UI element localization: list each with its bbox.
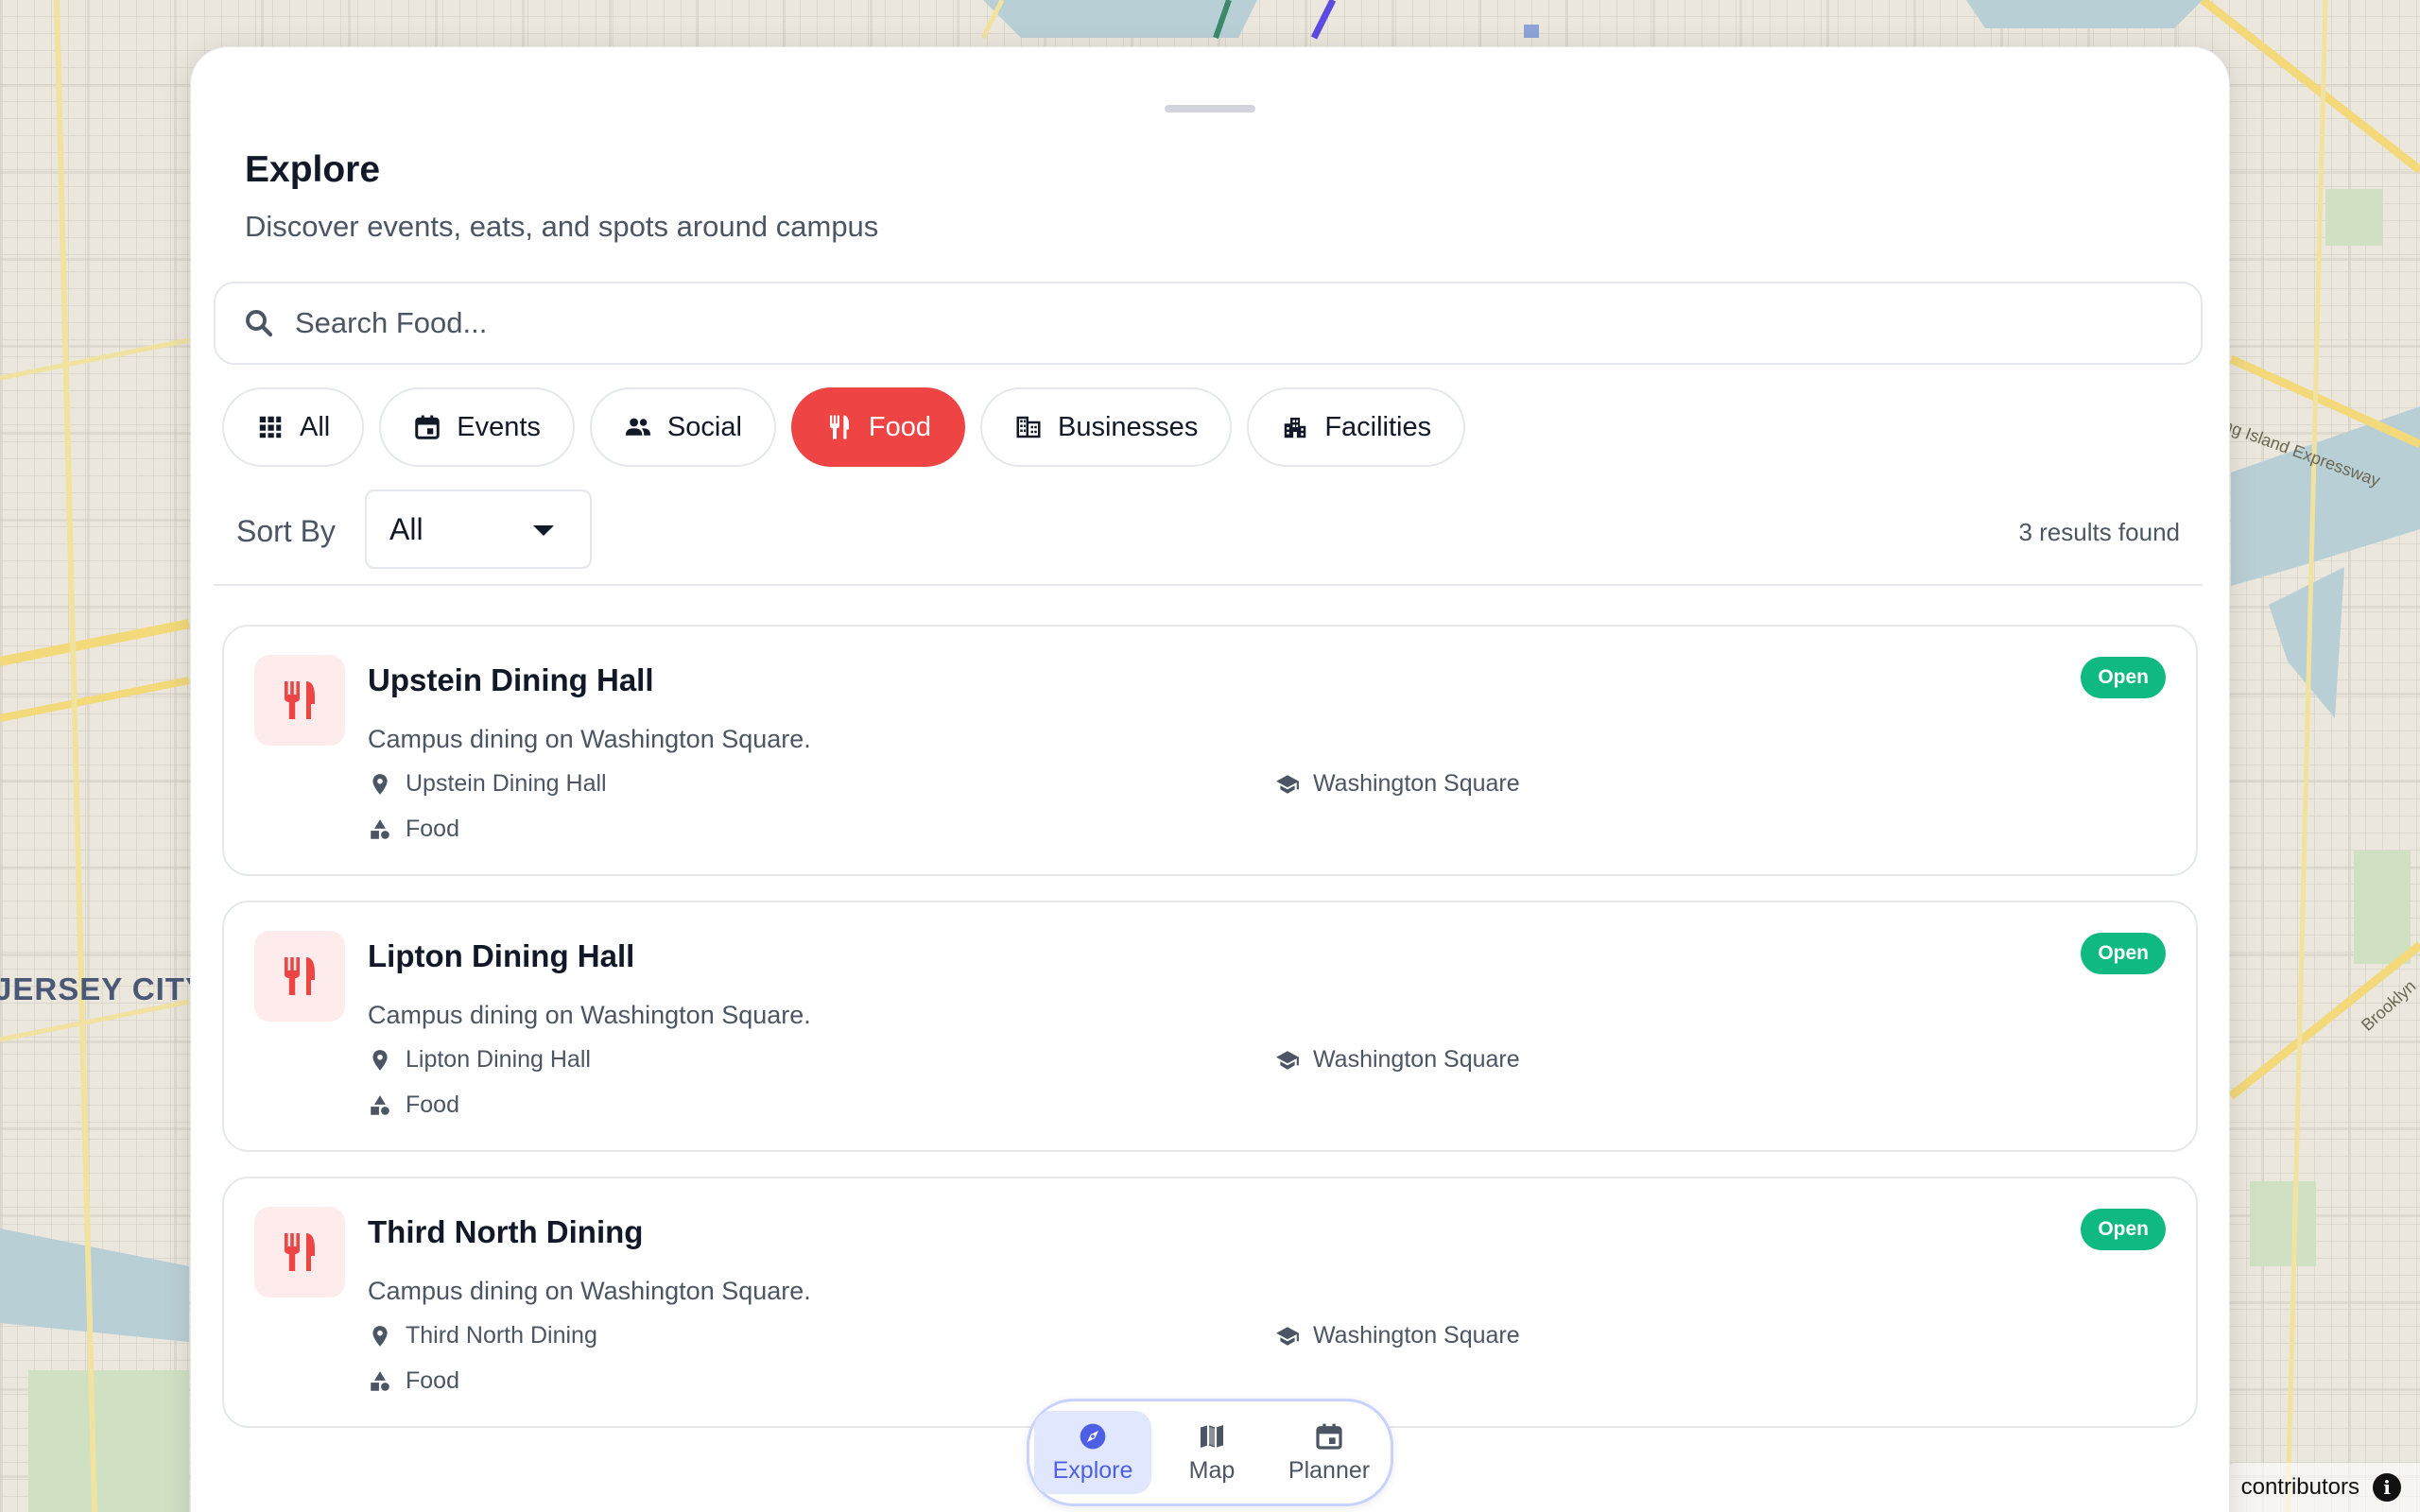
filter-chip-label: Facilities: [1324, 411, 1432, 442]
filter-chip-label: Food: [868, 411, 932, 442]
graduation-cap-icon: [1276, 774, 1299, 794]
card-location-text: Lipton Dining Hall: [406, 1046, 591, 1073]
card-description: Campus dining on Washington Square.: [368, 1001, 811, 1029]
location-pin-icon: [372, 1049, 388, 1071]
utensils-icon: [285, 957, 315, 995]
explore-panel: Explore Discover events, eats, and spots…: [190, 46, 2230, 1512]
map-city-label: JERSEY CITY: [0, 971, 207, 1006]
location-pin-icon: [372, 1325, 388, 1347]
category-icon: [371, 1370, 389, 1391]
card-category: Food: [368, 1367, 459, 1395]
filter-chip-all[interactable]: All: [222, 387, 365, 467]
bottom-navigation: Explore Map Planner: [1027, 1399, 1393, 1506]
nav-label: Map: [1188, 1456, 1236, 1484]
page-title: Explore: [245, 149, 381, 190]
search-input[interactable]: [295, 306, 2091, 340]
utensils-icon: [285, 1233, 315, 1271]
filter-chip-label: Events: [457, 411, 541, 442]
drag-handle[interactable]: [1165, 105, 1255, 112]
card-campus: Washington Square: [1275, 770, 1520, 798]
card-campus-text: Washington Square: [1313, 1322, 1520, 1349]
map-icon: [1201, 1424, 1223, 1448]
category-icon: [371, 1094, 389, 1115]
search-bar[interactable]: [214, 282, 2203, 365]
card-location: Upstein Dining Hall: [368, 770, 607, 798]
filter-chip-businesses[interactable]: Businesses: [980, 387, 1233, 467]
status-badge: Open: [2081, 1209, 2166, 1250]
card-thumbnail: [254, 1207, 345, 1297]
card-category: Food: [368, 1091, 459, 1119]
card-title: Upstein Dining Hall: [368, 662, 654, 697]
filter-chip-label: Businesses: [1058, 411, 1199, 442]
card-category-text: Food: [406, 816, 459, 842]
nav-item-planner[interactable]: Planner: [1272, 1411, 1386, 1494]
sort-selected-value: All: [389, 511, 424, 546]
info-icon[interactable]: i: [2373, 1473, 2401, 1502]
card-description: Campus dining on Washington Square.: [368, 1277, 811, 1305]
building-icon: [1016, 416, 1041, 438]
facility-icon: [1285, 418, 1306, 438]
card-campus-text: Washington Square: [1313, 770, 1520, 797]
results-count: 3 results found: [2018, 518, 2180, 546]
graduation-cap-icon: [1276, 1326, 1299, 1346]
card-campus-text: Washington Square: [1313, 1046, 1520, 1073]
people-icon: [625, 418, 651, 436]
category-icon: [371, 818, 389, 839]
utensils-icon: [829, 415, 849, 439]
nav-label: Planner: [1288, 1456, 1371, 1484]
compass-icon: [1080, 1423, 1106, 1449]
filter-chip-label: Social: [666, 411, 742, 442]
filter-chip-social[interactable]: Social: [589, 387, 776, 467]
result-card[interactable]: Upstein Dining Hall Campus dining on Was…: [222, 625, 2198, 876]
location-pin-icon: [372, 773, 388, 795]
nav-item-explore[interactable]: Explore: [1034, 1411, 1151, 1494]
result-card[interactable]: Lipton Dining Hall Campus dining on Wash…: [222, 901, 2198, 1152]
grid-icon: [259, 416, 282, 438]
filter-chip-facilities[interactable]: Facilities: [1247, 387, 1466, 467]
card-location: Lipton Dining Hall: [368, 1046, 591, 1074]
nav-item-map[interactable]: Map: [1155, 1411, 1269, 1494]
calendar-icon: [1316, 1423, 1342, 1450]
status-badge: Open: [2081, 657, 2166, 698]
card-title: Third North Dining: [368, 1214, 644, 1249]
card-category: Food: [368, 816, 459, 843]
card-campus: Washington Square: [1275, 1322, 1520, 1349]
status-badge: Open: [2081, 933, 2166, 974]
card-location-text: Upstein Dining Hall: [406, 770, 607, 797]
utensils-icon: [285, 681, 315, 719]
card-location: Third North Dining: [368, 1322, 597, 1349]
filter-chip-label: All: [300, 411, 331, 442]
map-attribution: contributors i: [2227, 1463, 2420, 1512]
graduation-cap-icon: [1276, 1050, 1299, 1070]
sort-label: Sort By: [236, 514, 336, 548]
card-title: Lipton Dining Hall: [368, 938, 635, 973]
page-subtitle: Discover events, eats, and spots around …: [245, 210, 879, 243]
card-thumbnail: [254, 931, 345, 1022]
card-location-text: Third North Dining: [406, 1322, 597, 1349]
card-category-text: Food: [406, 1367, 459, 1394]
card-thumbnail: [254, 655, 345, 746]
sort-row: Sort By All 3 results found: [214, 490, 2203, 586]
sort-dropdown[interactable]: All: [365, 490, 592, 569]
filter-chips: All Events Social Food Businesses Facili…: [222, 387, 1466, 467]
filter-chip-food[interactable]: Food: [790, 387, 966, 467]
filter-chip-events[interactable]: Events: [379, 387, 575, 467]
chevron-down-icon: [533, 525, 554, 536]
calendar-icon: [415, 415, 440, 439]
attribution-text: contributors: [2240, 1474, 2360, 1500]
card-description: Campus dining on Washington Square.: [368, 725, 811, 753]
card-category-text: Food: [406, 1091, 459, 1118]
result-card[interactable]: Third North Dining Campus dining on Wash…: [222, 1177, 2198, 1428]
nav-label: Explore: [1052, 1456, 1133, 1484]
card-campus: Washington Square: [1275, 1046, 1520, 1074]
search-icon: [246, 310, 273, 337]
